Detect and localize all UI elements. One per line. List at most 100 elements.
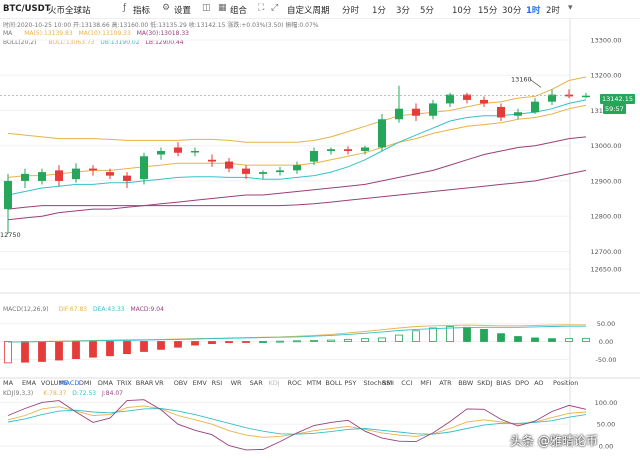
indicator-tab-rsi[interactable]: RSI — [212, 379, 223, 387]
countdown-tag: 59:57 — [603, 104, 626, 114]
exchange-label[interactable]: 火币全球站 — [48, 4, 91, 16]
candle-body — [157, 150, 165, 155]
macd-histogram-bar — [208, 341, 216, 345]
period-1h-active[interactable]: 1时 — [526, 4, 540, 16]
layout-icon[interactable]: ▦ — [218, 3, 227, 13]
y-tick-label: 13300.00 — [590, 37, 621, 45]
macd-histogram-bar — [174, 341, 182, 348]
y-tick-label: 12900.00 — [590, 177, 621, 185]
indicator-tab-position[interactable]: Position — [553, 379, 578, 387]
macd-histogram-bar — [582, 337, 590, 342]
chevron-down-icon[interactable]: ▾ — [568, 3, 573, 13]
fullscreen-icon[interactable]: ⛶ — [258, 3, 264, 13]
candle-body — [310, 150, 318, 162]
indicator-tab-atr[interactable]: ATR — [439, 379, 451, 387]
candle-body — [259, 172, 267, 174]
y-tick-label: 13000.00 — [590, 142, 621, 150]
indicator-tab-trix[interactable]: TRIX — [117, 379, 132, 387]
period-30m[interactable]: 30分 — [502, 4, 521, 16]
candle-body — [293, 165, 301, 171]
kdj-tick-label: 0.00 — [599, 443, 613, 451]
indicator-tab-mfi[interactable]: MFI — [420, 379, 431, 387]
y-tick-label: 12800.00 — [590, 213, 621, 221]
indicator-tab-kdj[interactable]: KDJ — [269, 379, 280, 387]
indicator-tab-ao[interactable]: AO — [534, 379, 543, 387]
candle-body — [140, 156, 148, 180]
candle-body — [412, 108, 420, 116]
candle-body — [531, 101, 539, 113]
indicator-tab-vr[interactable]: VR — [155, 379, 164, 387]
macd-histogram-bar — [140, 341, 148, 352]
indicator-tab-boll[interactable]: BOLL — [325, 379, 342, 387]
symbol-label[interactable]: BTC/USDT — [3, 4, 51, 14]
candle-body — [208, 159, 216, 162]
macd-tick-label: 50.00 — [597, 320, 616, 328]
indicator-tab-psy[interactable]: PSY — [344, 379, 356, 387]
candle-body — [327, 149, 335, 151]
macd-tick-label: 0.00 — [599, 338, 613, 346]
low-price-label: 12750 — [0, 231, 21, 239]
candle-body — [497, 106, 505, 118]
kdj-tick-label: 50.00 — [597, 421, 616, 429]
indicator-tab-cci[interactable]: CCI — [401, 379, 412, 387]
gear-icon[interactable]: ⚙ — [162, 3, 170, 13]
indicator-tab-mtm[interactable]: MTM — [306, 379, 321, 387]
macd-histogram-bar — [21, 341, 29, 363]
period-15m[interactable]: 15分 — [478, 4, 497, 16]
period-3m[interactable]: 3分 — [396, 4, 410, 16]
indicator-tab-smi[interactable]: SMI — [382, 379, 394, 387]
indicator-tab-dpo[interactable]: DPO — [515, 379, 529, 387]
candle-body — [395, 108, 403, 120]
candle-body — [361, 147, 369, 151]
macd-histogram-bar — [259, 341, 267, 343]
y-tick-label: 12700.00 — [590, 248, 621, 256]
indicator-tab-roc[interactable]: ROC — [288, 379, 302, 387]
custom-period-button[interactable]: 自定义周期 — [287, 4, 330, 16]
macd-histogram-bar — [225, 341, 233, 343]
indicator-tab-dma[interactable]: DMA — [98, 379, 113, 387]
kdj-label: KDJ(9,3,3) — [3, 390, 34, 397]
candle-body — [106, 172, 114, 176]
indicator-tab-bias[interactable]: BIAS — [496, 379, 511, 387]
snapshot-icon[interactable]: ◫ — [202, 3, 211, 13]
candle-body — [480, 99, 488, 104]
indicators-button[interactable]: 指标 — [133, 4, 150, 16]
indicator-tab-brar[interactable]: BRAR — [136, 379, 154, 387]
kdj-tick-label: 100.00 — [595, 399, 618, 407]
candle-body — [4, 180, 12, 210]
macd-histogram-bar — [565, 338, 573, 342]
indicators-icon[interactable]: ƒ — [123, 3, 126, 13]
period-2h[interactable]: 2时 — [546, 4, 560, 16]
indicator-tab-macd[interactable]: MACD — [60, 379, 79, 387]
indicator-tab-wr[interactable]: WR — [231, 379, 242, 387]
candle-body — [378, 119, 386, 148]
period-5m[interactable]: 5分 — [420, 4, 434, 16]
macd-histogram-bar — [412, 330, 420, 342]
candle-body — [344, 149, 352, 151]
period-timeline[interactable]: 分时 — [342, 4, 359, 16]
kdj-d-value: D:72.53 — [72, 390, 97, 397]
indicator-tab-dmi[interactable]: DMI — [79, 379, 92, 387]
boll-lower-line — [7, 169, 587, 210]
indicator-tab-obv[interactable]: OBV — [174, 379, 188, 387]
macd-histogram-bar — [395, 334, 403, 342]
indicator-tab-emv[interactable]: EMV — [193, 379, 207, 387]
macd-histogram-bar — [497, 333, 505, 342]
high-price-label: 13160 — [511, 75, 532, 83]
candle-body — [446, 94, 454, 104]
macd-histogram-bar — [242, 341, 250, 343]
indicator-tab-sar[interactable]: SAR — [250, 379, 263, 387]
indicator-tab-ma[interactable]: MA — [3, 379, 13, 387]
macd-histogram-bar — [123, 341, 131, 355]
macd-histogram-bar — [191, 341, 199, 346]
indicator-tab-ema[interactable]: EMA — [22, 379, 36, 387]
period-10m[interactable]: 10分 — [452, 4, 471, 16]
kdj-k-value: K:78.37 — [43, 390, 67, 397]
settings-button[interactable]: 设置 — [174, 4, 191, 16]
expand-icon[interactable]: ⤢ — [271, 3, 278, 13]
indicator-tab-skdj[interactable]: SKDJ — [477, 379, 492, 387]
period-1m[interactable]: 1分 — [372, 4, 386, 16]
y-tick-label: 13200.00 — [590, 72, 621, 80]
layout-button[interactable]: 组合 — [230, 4, 247, 16]
indicator-tab-bbw[interactable]: BBW — [458, 379, 473, 387]
